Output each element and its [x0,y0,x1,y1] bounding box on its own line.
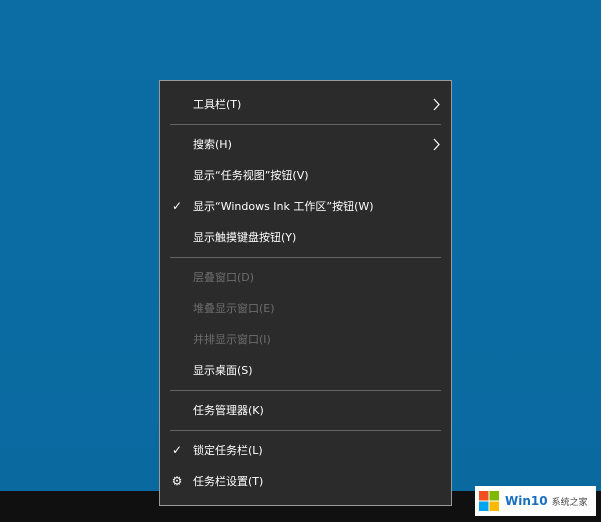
menu-item-stacked-windows: 堆叠显示窗口(E) [160,293,451,324]
menu-item-show-desktop[interactable]: 显示桌面(S) [160,355,451,386]
taskbar-context-menu: 工具栏(T) 搜索(H) 显示“任务视图”按钮(V) ✓ 显示“Windows … [159,80,452,506]
windows-logo-icon [479,491,499,511]
site-watermark: Win10 系统之家 [475,486,596,516]
chevron-right-icon [433,98,440,111]
menu-separator [170,430,441,431]
checkmark-icon: ✓ [171,443,183,457]
gear-icon: ⚙ [171,474,183,488]
menu-item-label: 堆叠显示窗口(E) [193,302,275,315]
chevron-right-icon [433,138,440,151]
menu-item-label: 任务栏设置(T) [193,475,264,488]
menu-item-label: 显示“任务视图”按钮(V) [193,169,309,182]
menu-item-label: 任务管理器(K) [193,404,264,417]
menu-item-label: 锁定任务栏(L) [193,444,263,457]
menu-item-side-by-side-windows: 并排显示窗口(I) [160,324,451,355]
menu-item-label: 显示桌面(S) [193,364,253,377]
watermark-subtitle: 系统之家 [551,497,588,508]
menu-item-label: 显示“Windows Ink 工作区”按钮(W) [193,200,374,213]
checkmark-icon: ✓ [171,199,183,213]
menu-item-label: 层叠窗口(D) [193,271,255,284]
menu-item-label: 搜索(H) [193,138,232,151]
menu-item-search[interactable]: 搜索(H) [160,129,451,160]
menu-separator [170,257,441,258]
menu-item-label: 工具栏(T) [193,98,242,111]
menu-separator [170,124,441,125]
menu-item-task-view-button[interactable]: 显示“任务视图”按钮(V) [160,160,451,191]
watermark-brand: Win10 [505,494,548,508]
menu-item-label: 并排显示窗口(I) [193,333,271,346]
menu-item-cascade-windows: 层叠窗口(D) [160,262,451,293]
menu-item-touch-keyboard-button[interactable]: 显示触摸键盘按钮(Y) [160,222,451,253]
menu-item-task-manager[interactable]: 任务管理器(K) [160,395,451,426]
menu-item-taskbar-settings[interactable]: ⚙ 任务栏设置(T) [160,466,451,497]
menu-separator [170,390,441,391]
menu-item-windows-ink-button[interactable]: ✓ 显示“Windows Ink 工作区”按钮(W) [160,191,451,222]
menu-item-lock-taskbar[interactable]: ✓ 锁定任务栏(L) [160,435,451,466]
menu-item-toolbar[interactable]: 工具栏(T) [160,89,451,120]
menu-item-label: 显示触摸键盘按钮(Y) [193,231,297,244]
